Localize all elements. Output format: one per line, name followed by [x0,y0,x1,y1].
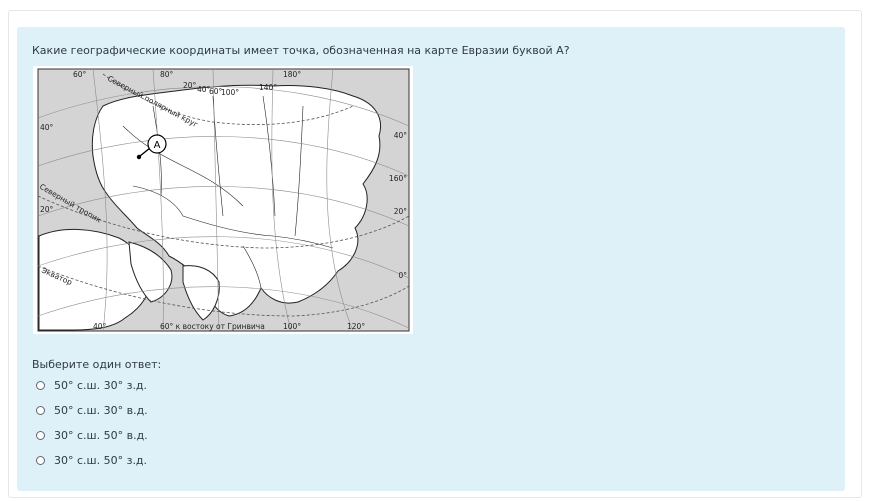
answer-option-2[interactable]: 50° с.ш. 30° в.д. [36,402,148,418]
top-label-8: 180° [283,70,301,79]
radio-icon[interactable] [36,405,45,415]
top-label-3: 20° [183,81,197,90]
bottom-label-3: 100° [283,322,301,331]
radio-icon[interactable] [36,430,45,440]
answer-option-4[interactable]: 30° с.ш. 50° з.д. [36,452,147,468]
right-label-3: 20° [394,207,408,216]
radio-icon[interactable] [36,455,45,465]
answer-option-label: 50° с.ш. 30° з.д. [54,378,148,392]
right-label-1: 40° [394,131,408,140]
bottom-label-4: 120° [347,322,365,331]
top-label-7: 140° [259,83,277,92]
top-label-1: 60° [73,70,87,79]
top-label-2: 80° [160,70,174,79]
point-a-dot [136,154,142,160]
answer-option-label: 30° с.ш. 50° з.д. [54,453,148,467]
answer-option-label: 30° с.ш. 50° в.д. [54,428,148,442]
right-label-4: 0° [398,271,407,280]
radio-icon[interactable] [36,380,45,390]
bottom-label-1: 40° [93,322,107,331]
eurasia-map: А 60° 80° 20° 40° 60° 100° 140° 180° 40°… [33,66,413,334]
question-text: Какие географические координаты имеет то… [32,44,570,57]
answer-option-label: 50° с.ш. 30° в.д. [54,403,148,417]
left-label-1: 40° [40,123,54,132]
bottom-label-2: 60° к востоку от Гринвича [160,322,265,331]
right-label-2: 160° [389,174,407,183]
answer-prompt: Выберите один ответ: [32,358,162,371]
answer-option-1[interactable]: 50° с.ш. 30° з.д. [36,377,147,393]
point-a-label: А [154,140,161,151]
left-label-2: 20° [40,205,54,214]
answer-option-3[interactable]: 30° с.ш. 50° в.д. [36,427,148,443]
top-label-6: 100° [221,88,239,97]
